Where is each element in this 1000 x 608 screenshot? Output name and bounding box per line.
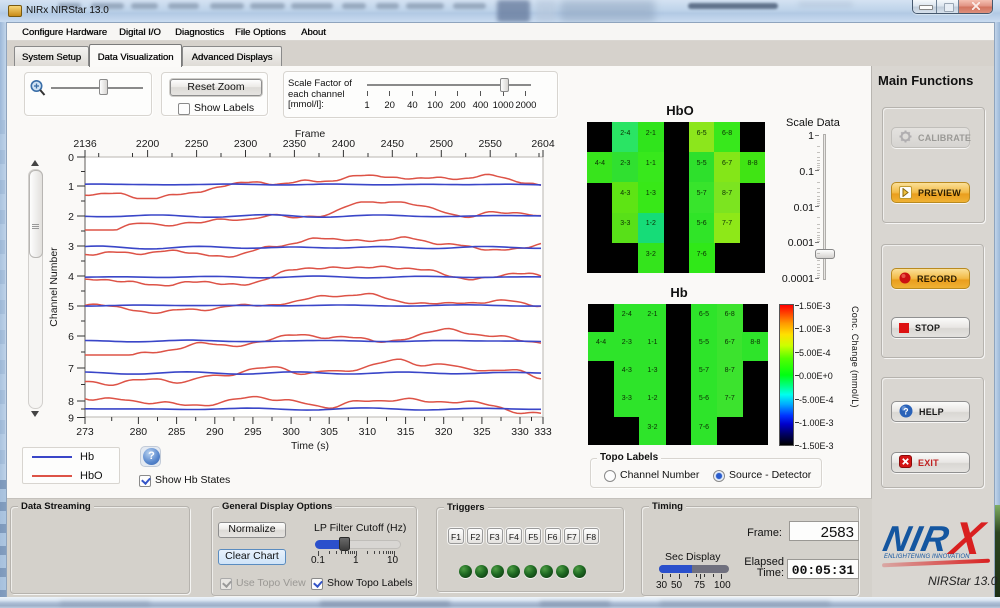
svg-text:?: ? (903, 406, 909, 416)
